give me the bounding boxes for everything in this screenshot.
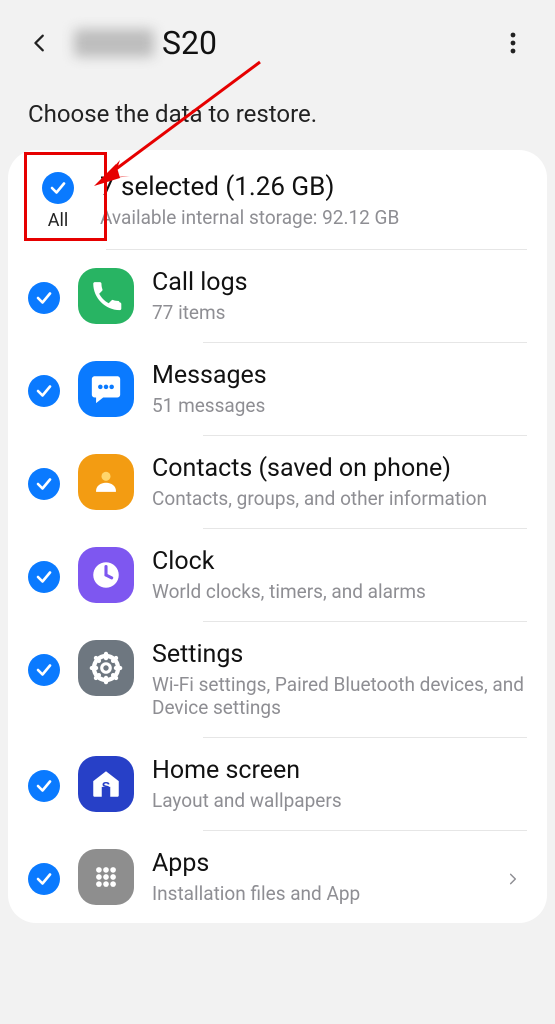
item-title: Clock: [152, 547, 527, 576]
item-text: Messages 51 messages: [152, 361, 527, 417]
item-title: Home screen: [152, 756, 527, 785]
restore-item-call[interactable]: Call logs 77 items: [8, 250, 547, 342]
item-checkbox[interactable]: [28, 468, 60, 500]
item-checkbox[interactable]: [28, 770, 60, 802]
check-icon: [35, 777, 53, 795]
messages-icon-svg: [89, 372, 123, 406]
item-text: Settings Wi-Fi settings, Paired Bluetooth…: [152, 640, 527, 719]
chevron-left-icon: [29, 32, 51, 54]
item-checkbox[interactable]: [28, 863, 60, 895]
selection-summary: 7 selected (1.26 GB): [100, 172, 527, 202]
device-name-redacted: [74, 29, 154, 57]
storage-available: Available internal storage: 92.12 GB: [100, 206, 527, 229]
item-subtitle: Installation files and App: [152, 882, 481, 905]
clock-icon-svg: [89, 558, 123, 592]
check-icon: [35, 382, 53, 400]
item-subtitle: Contacts, groups, and other information: [152, 487, 527, 510]
item-subtitle: 51 messages: [152, 394, 527, 417]
more-vertical-icon: [510, 32, 516, 54]
check-icon: [35, 661, 53, 679]
chevron-right-icon[interactable]: [499, 865, 527, 893]
item-checkbox[interactable]: [28, 375, 60, 407]
item-text: Apps Installation files and App: [152, 849, 481, 905]
item-checkbox[interactable]: [28, 282, 60, 314]
item-title: Contacts (saved on phone): [152, 454, 527, 483]
settings-icon-svg: [89, 651, 123, 685]
select-all-row[interactable]: All 7 selected (1.26 GB) Available inter…: [8, 168, 547, 249]
check-icon: [35, 475, 53, 493]
header-bar: S20: [0, 0, 555, 72]
more-options-button[interactable]: [495, 25, 531, 61]
check-icon: [49, 179, 67, 197]
item-subtitle: Wi-Fi settings, Paired Bluetooth devices…: [152, 673, 527, 719]
apps-icon: [78, 849, 134, 905]
restore-item-messages[interactable]: Messages 51 messages: [8, 343, 547, 435]
item-title: Settings: [152, 640, 527, 669]
item-subtitle: World clocks, timers, and alarms: [152, 580, 527, 603]
item-title: Call logs: [152, 268, 527, 297]
check-icon: [35, 870, 53, 888]
item-text: Clock World clocks, timers, and alarms: [152, 547, 527, 603]
item-text: Call logs 77 items: [152, 268, 527, 324]
item-subtitle: Layout and wallpapers: [152, 789, 527, 812]
restore-item-settings[interactable]: Settings Wi-Fi settings, Paired Bluetooth…: [8, 622, 547, 737]
item-subtitle: 77 items: [152, 301, 527, 324]
summary-column: 7 selected (1.26 GB) Available internal …: [88, 172, 527, 229]
item-title: Apps: [152, 849, 481, 878]
clock-icon: [78, 547, 134, 603]
contacts-icon-svg: [89, 465, 123, 499]
home-icon-svg: [89, 767, 123, 801]
contacts-icon: [78, 454, 134, 510]
check-icon: [35, 568, 53, 586]
bottom-fade: [0, 964, 555, 1024]
instruction-text: Choose the data to restore.: [0, 72, 555, 150]
phone-icon: [78, 268, 134, 324]
item-text: Home screen Layout and wallpapers: [152, 756, 527, 812]
item-checkbox[interactable]: [28, 561, 60, 593]
home-icon: [78, 756, 134, 812]
item-title: Messages: [152, 361, 527, 390]
restore-card: All 7 selected (1.26 GB) Available inter…: [8, 150, 547, 923]
phone-icon-svg: [89, 279, 123, 313]
device-name-suffix: S20: [162, 24, 217, 62]
messages-icon: [78, 361, 134, 417]
item-checkbox[interactable]: [28, 654, 60, 686]
restore-item-home[interactable]: Home screen Layout and wallpapers: [8, 738, 547, 830]
settings-icon: [78, 640, 134, 696]
select-all-checkbox[interactable]: [42, 172, 74, 204]
restore-item-contacts[interactable]: Contacts (saved on phone) Contacts, group…: [8, 436, 547, 528]
apps-icon-svg: [89, 860, 123, 894]
item-text: Contacts (saved on phone) Contacts, group…: [152, 454, 527, 510]
select-all-label: All: [48, 210, 69, 231]
restore-item-apps[interactable]: Apps Installation files and App: [8, 831, 547, 923]
device-title: S20: [74, 24, 217, 62]
back-button[interactable]: [24, 27, 56, 59]
check-icon: [35, 289, 53, 307]
restore-item-clock[interactable]: Clock World clocks, timers, and alarms: [8, 529, 547, 621]
